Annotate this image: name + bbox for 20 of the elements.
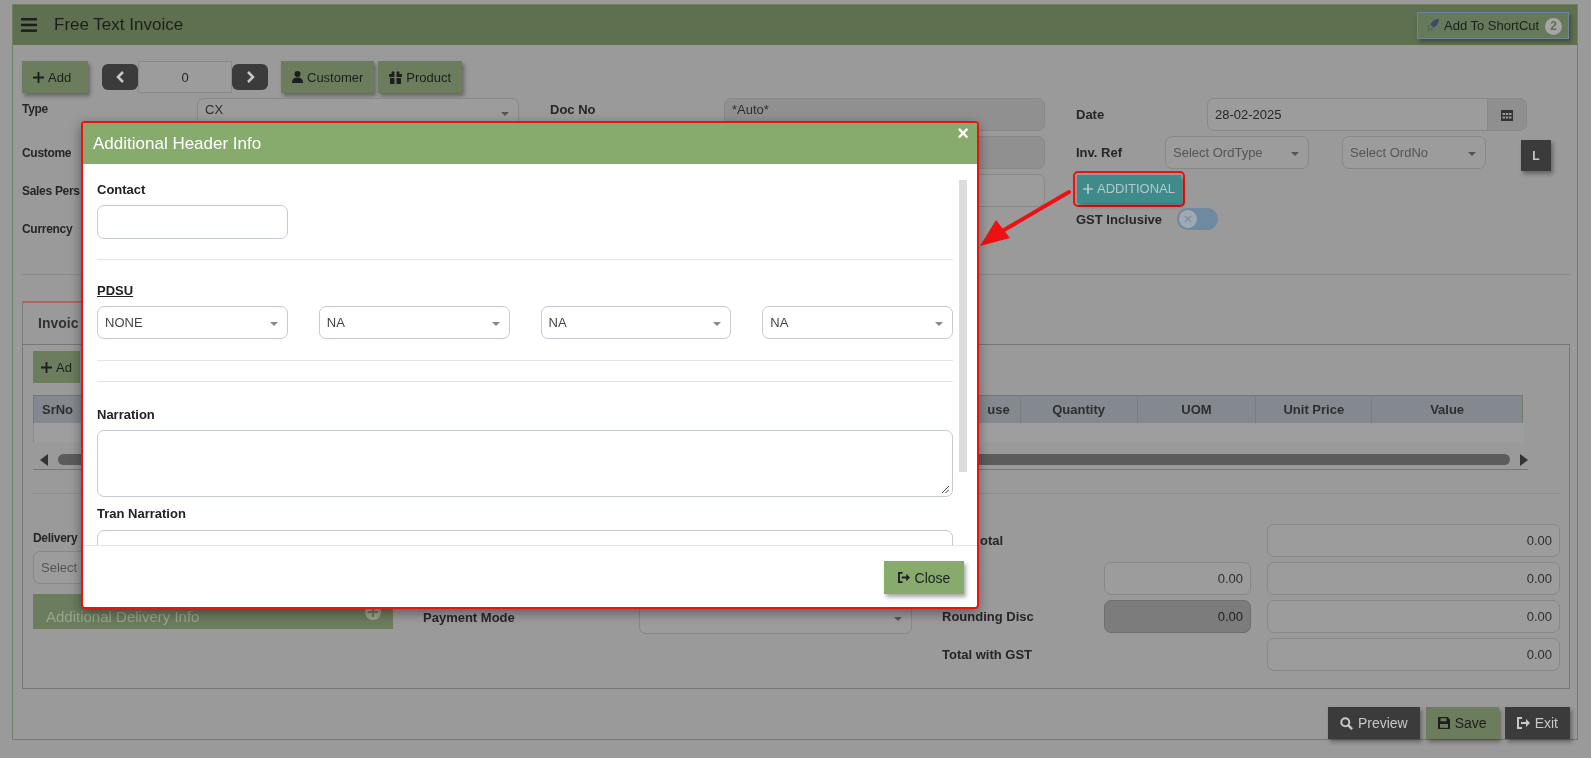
- page-title: Free Text Invoice: [54, 15, 184, 35]
- tran-narration-label: Tran Narration: [97, 506, 187, 523]
- sales-person-label: Sales Pers: [22, 183, 80, 198]
- date-label: Date: [1076, 107, 1106, 122]
- gst-inclusive-label: GST Inclusive: [1076, 211, 1163, 227]
- currency-label: Currency: [22, 221, 73, 236]
- pdsu-label: PDSU: [97, 283, 135, 300]
- payment-mode-label: Payment Mode: [423, 610, 516, 625]
- inv-ref-label: Inv. Ref: [1076, 145, 1123, 160]
- delivery-label: Delivery: [33, 531, 79, 545]
- doc-no-label: Doc No: [550, 101, 597, 117]
- customer-label: Custome: [22, 145, 72, 160]
- total-label: otal: [980, 533, 1004, 548]
- count-badge: 2: [1545, 17, 1562, 35]
- type-label: Type: [22, 101, 49, 116]
- contact-label: Contact: [97, 182, 147, 199]
- total-label: Total with GST: [942, 647, 1033, 662]
- column-header: Value: [1429, 401, 1466, 419]
- dialog-title: Additional Header Info: [93, 133, 262, 154]
- total-label: Rounding Disc: [942, 609, 1034, 624]
